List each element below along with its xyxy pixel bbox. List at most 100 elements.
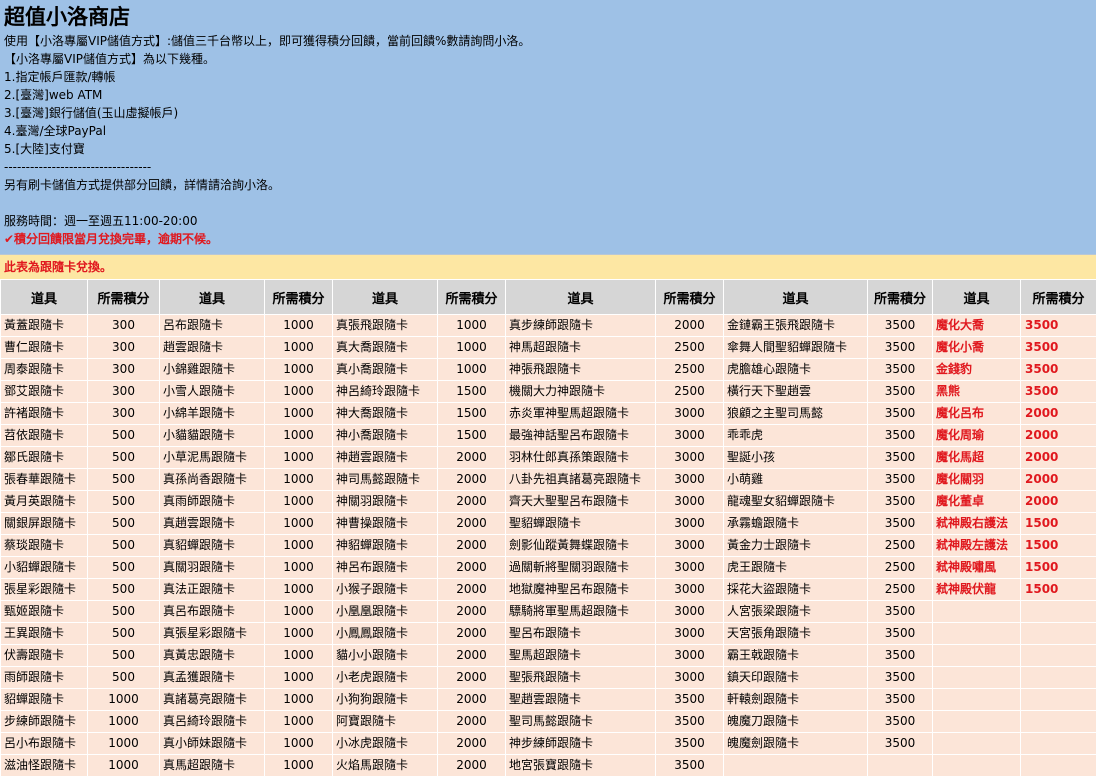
item-cell: 真呂綺玲跟隨卡 <box>159 710 265 733</box>
item-cell: 小鳳鳳跟隨卡 <box>332 622 438 645</box>
item-cell <box>932 644 1021 667</box>
column-header-points: 所需積分 <box>87 279 160 315</box>
method-3: 3.[臺灣]銀行儲值(玉山虛擬帳戶) <box>4 106 179 120</box>
points-cell: 1000 <box>264 336 333 359</box>
points-cell: 3000 <box>655 578 724 601</box>
points-cell: 3500 <box>867 314 933 337</box>
points-cell: 500 <box>87 644 160 667</box>
item-cell: 步練師跟隨卡 <box>0 710 88 733</box>
item-cell: 魔化呂布 <box>932 402 1021 425</box>
points-cell: 2500 <box>655 336 724 359</box>
item-cell: 小老虎跟隨卡 <box>332 666 438 689</box>
item-cell: 真小喬跟隨卡 <box>332 358 438 381</box>
points-cell: 1500 <box>437 402 506 425</box>
shop-header: 超值小洛商店 使用【小洛專屬VIP儲值方式】:儲值三千台幣以上，即可獲得積分回饋… <box>0 0 1096 255</box>
points-cell: 500 <box>87 622 160 645</box>
item-cell: 虎膽雄心跟隨卡 <box>723 358 868 381</box>
item-cell: 霸王戟跟隨卡 <box>723 644 868 667</box>
item-cell: 火焰馬跟隨卡 <box>332 754 438 777</box>
points-cell: 3000 <box>655 666 724 689</box>
points-cell: 1500 <box>1020 578 1096 601</box>
item-cell: 劍影仙蹤黃舞蝶跟隨卡 <box>505 534 656 557</box>
points-cell <box>1020 622 1096 645</box>
points-cell: 2000 <box>437 600 506 623</box>
table-notice: 此表為跟隨卡兌換。 <box>0 255 1096 279</box>
points-cell: 2000 <box>437 666 506 689</box>
table-row: 關銀屏跟隨卡 500 真趙雲跟隨卡 1000 神曹操跟隨卡 2000 聖貂蟬跟隨卡 3000 承… <box>0 512 1096 535</box>
points-cell: 2000 <box>437 578 506 601</box>
points-cell: 3500 <box>1020 358 1096 381</box>
item-cell: 魄魔刀跟隨卡 <box>723 710 868 733</box>
item-cell: 承霧蟾跟隨卡 <box>723 512 868 535</box>
points-cell: 2000 <box>437 490 506 513</box>
item-cell: 最強神話聖呂布跟隨卡 <box>505 424 656 447</box>
item-cell: 真雨師跟隨卡 <box>159 490 265 513</box>
column-header-item: 道具 <box>932 279 1021 315</box>
points-cell <box>1020 688 1096 711</box>
item-cell: 魔化董卓 <box>932 490 1021 513</box>
item-cell: 趙雲跟隨卡 <box>159 336 265 359</box>
table-row: 黃月英跟隨卡 500 真雨師跟隨卡 1000 神關羽跟隨卡 2000 齊天大聖聖呂布跟隨卡 3… <box>0 490 1096 513</box>
item-cell <box>932 732 1021 755</box>
points-cell: 300 <box>87 402 160 425</box>
points-cell: 1000 <box>264 512 333 535</box>
points-cell: 3500 <box>867 600 933 623</box>
points-cell: 3000 <box>655 402 724 425</box>
points-cell: 2000 <box>1020 446 1096 469</box>
item-cell: 神貂蟬跟隨卡 <box>332 534 438 557</box>
points-cell: 1000 <box>264 314 333 337</box>
points-cell: 1000 <box>264 358 333 381</box>
points-cell <box>1020 666 1096 689</box>
column-header-points: 所需積分 <box>437 279 506 315</box>
points-cell: 1000 <box>264 380 333 403</box>
points-cell: 500 <box>87 446 160 469</box>
points-cell: 3000 <box>655 534 724 557</box>
item-cell: 虎王跟隨卡 <box>723 556 868 579</box>
item-cell: 貓小小跟隨卡 <box>332 644 438 667</box>
column-header-points: 所需積分 <box>1020 279 1096 315</box>
table-row: 甄姬跟隨卡 500 真呂布跟隨卡 1000 小凰凰跟隨卡 2000 驃騎將軍聖馬超跟隨卡 30… <box>0 600 1096 623</box>
points-cell: 3000 <box>655 446 724 469</box>
column-header-item: 道具 <box>332 279 438 315</box>
table-row: 蔡琰跟隨卡 500 真貂蟬跟隨卡 1000 神貂蟬跟隨卡 2000 劍影仙蹤黃舞蝶跟隨卡 30… <box>0 534 1096 557</box>
column-header-item: 道具 <box>0 279 88 315</box>
points-cell: 3000 <box>655 490 724 513</box>
item-cell: 真步練師跟隨卡 <box>505 314 656 337</box>
points-cell: 3500 <box>867 622 933 645</box>
item-cell: 狼顧之主聖司馬懿 <box>723 402 868 425</box>
method-2: 2.[臺灣]web ATM <box>4 88 103 102</box>
table-row: 步練師跟隨卡 1000 真呂綺玲跟隨卡 1000 阿寶跟隨卡 2000 聖司馬懿跟隨卡 350… <box>0 710 1096 733</box>
points-cell: 1500 <box>1020 512 1096 535</box>
item-cell: 魄魔劍跟隨卡 <box>723 732 868 755</box>
table-row: 黃蓋跟隨卡 300 呂布跟隨卡 1000 真張飛跟隨卡 1000 真步練師跟隨卡 2000 金鏈… <box>0 314 1096 337</box>
item-cell: 聖司馬懿跟隨卡 <box>505 710 656 733</box>
points-cell <box>1020 754 1096 777</box>
points-cell: 1000 <box>264 710 333 733</box>
points-cell: 1500 <box>437 380 506 403</box>
item-cell: 八卦先祖真諸葛亮跟隨卡 <box>505 468 656 491</box>
item-cell: 甄姬跟隨卡 <box>0 600 88 623</box>
points-cell: 1000 <box>437 358 506 381</box>
item-cell: 周泰跟隨卡 <box>0 358 88 381</box>
points-cell: 300 <box>87 380 160 403</box>
item-cell: 真大喬跟隨卡 <box>332 336 438 359</box>
item-cell: 王異跟隨卡 <box>0 622 88 645</box>
intro-line: 使用【小洛專屬VIP儲值方式】:儲值三千台幣以上，即可獲得積分回饋，當前回饋%數… <box>4 34 531 48</box>
points-cell: 1000 <box>264 622 333 645</box>
points-cell: 2000 <box>437 556 506 579</box>
item-cell: 魔化大喬 <box>932 314 1021 337</box>
table-row: 鄒氏跟隨卡 500 小草泥馬跟隨卡 1000 神趙雲跟隨卡 2000 羽林仕郎真孫策跟隨卡 3… <box>0 446 1096 469</box>
table-row: 周泰跟隨卡 300 小錦雞跟隨卡 1000 真小喬跟隨卡 1000 神張飛跟隨卡 2500 虎膽… <box>0 358 1096 381</box>
item-cell: 真呂布跟隨卡 <box>159 600 265 623</box>
item-cell <box>932 600 1021 623</box>
points-cell: 3500 <box>1020 336 1096 359</box>
points-cell: 1000 <box>264 468 333 491</box>
item-cell: 橫行天下聖趙雲 <box>723 380 868 403</box>
points-cell: 3500 <box>867 688 933 711</box>
points-cell: 500 <box>87 600 160 623</box>
item-cell: 魔化馬超 <box>932 446 1021 469</box>
points-cell: 1500 <box>1020 534 1096 557</box>
points-cell: 1000 <box>264 732 333 755</box>
item-cell: 鄒氏跟隨卡 <box>0 446 88 469</box>
item-cell: 黃金力士跟隨卡 <box>723 534 868 557</box>
